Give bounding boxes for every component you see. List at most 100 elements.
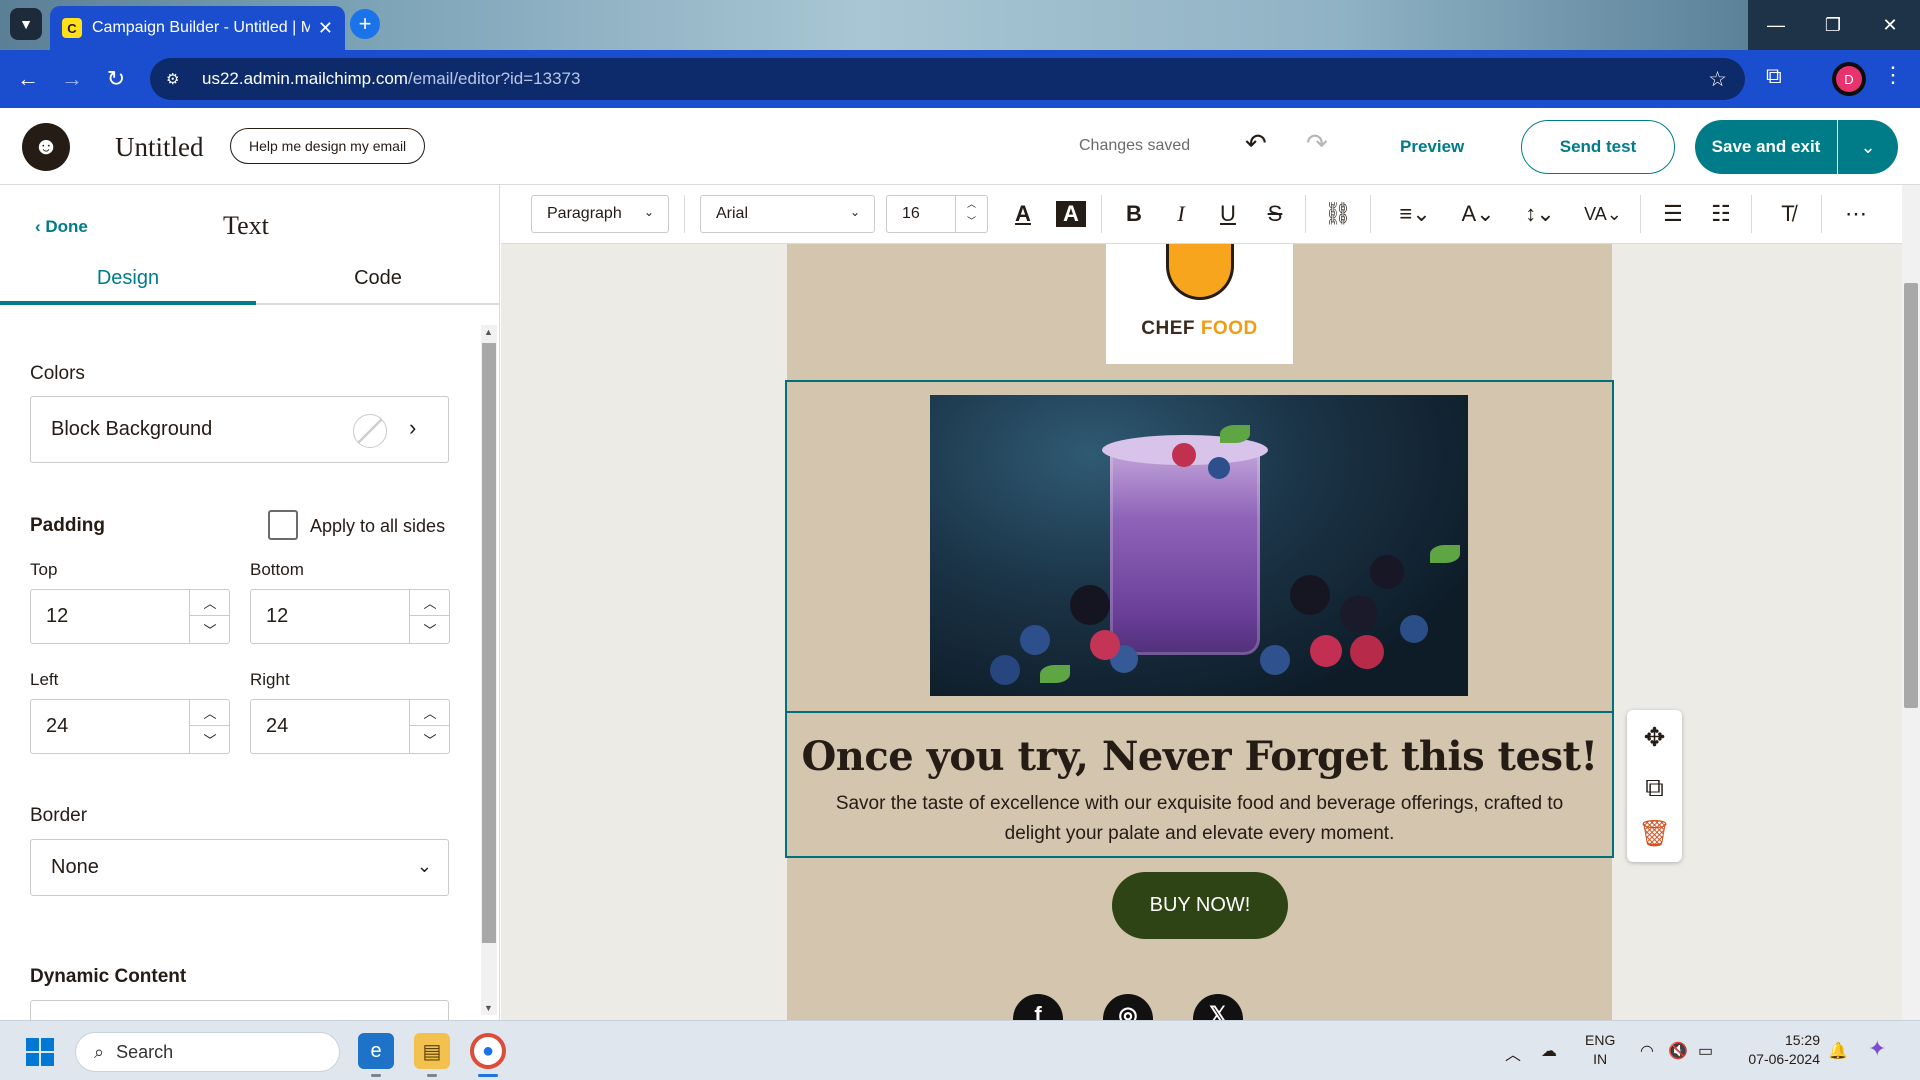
close-window-icon[interactable]: ✕ xyxy=(1862,0,1918,50)
decrement-icon[interactable]: ﹀ xyxy=(190,726,230,752)
dynamic-content-field[interactable] xyxy=(30,1000,449,1020)
preview-button[interactable]: Preview xyxy=(1400,137,1464,157)
campaign-title[interactable]: Untitled xyxy=(115,132,204,163)
block-background-picker[interactable]: Block Background › xyxy=(30,396,449,463)
border-select[interactable]: None ⌄ xyxy=(30,839,449,896)
highlight-color-icon[interactable]: A xyxy=(1056,201,1086,227)
padding-bottom-stepper[interactable]: 12 ︿ ﹀ xyxy=(250,589,450,644)
facebook-icon[interactable]: f xyxy=(1013,994,1063,1020)
profile-avatar[interactable]: D xyxy=(1832,62,1866,96)
increment-icon[interactable]: ︿ xyxy=(410,700,450,726)
language-indicator[interactable]: ENG IN xyxy=(1585,1031,1615,1069)
mailchimp-logo-icon[interactable]: ☻ xyxy=(22,123,70,171)
restore-icon[interactable]: ❐ xyxy=(1805,0,1861,50)
canvas-scrollbar[interactable] xyxy=(1902,185,1920,1020)
buy-now-button[interactable]: BUY NOW! xyxy=(1112,872,1288,939)
letter-spacing-icon[interactable]: VA⌄ xyxy=(1581,198,1625,230)
minimize-icon[interactable]: — xyxy=(1748,0,1804,50)
mint-leaf xyxy=(1220,425,1250,443)
battery-icon[interactable]: ▭ xyxy=(1698,1041,1713,1061)
onedrive-cloud-icon[interactable]: ☁ xyxy=(1541,1041,1557,1061)
chrome-browser-icon[interactable]: ● xyxy=(470,1033,506,1069)
padding-top-stepper[interactable]: 12 ︿ ﹀ xyxy=(30,589,230,644)
windows-start-icon[interactable] xyxy=(26,1038,54,1066)
browser-tab-active[interactable]: C Campaign Builder - Untitled | M ✕ xyxy=(50,6,345,50)
tab-search-menu-icon[interactable]: ▼ xyxy=(10,8,42,40)
apply-all-sides-checkbox[interactable] xyxy=(268,510,298,540)
x-icon[interactable]: 𝕏 xyxy=(1193,994,1243,1020)
back-icon[interactable]: ← xyxy=(12,63,44,95)
logo-food: FOOD xyxy=(1200,318,1258,339)
move-block-icon[interactable]: ✥ xyxy=(1627,722,1682,753)
padding-left-stepper[interactable]: 24 ︿ ﹀ xyxy=(30,699,230,754)
numbered-list-icon[interactable]: ☷ xyxy=(1706,198,1736,230)
image-block[interactable] xyxy=(785,380,1614,713)
email-headline[interactable]: Once you try, Never Forget this test! xyxy=(787,733,1612,780)
font-size-stepper[interactable]: 16 ︿ ﹀ xyxy=(886,195,988,233)
tab-design[interactable]: Design xyxy=(0,267,256,305)
bulleted-list-icon[interactable]: ☰ xyxy=(1658,198,1688,230)
save-exit-button[interactable]: Save and exit xyxy=(1695,120,1837,174)
email-body-text[interactable]: Savor the taste of excellence with our e… xyxy=(822,789,1577,849)
reload-icon[interactable]: ↻ xyxy=(100,63,132,95)
align-center-icon[interactable]: ≡⌄ xyxy=(1393,198,1437,230)
send-test-button[interactable]: Send test xyxy=(1521,120,1675,174)
duplicate-block-icon[interactable]: ⧉ xyxy=(1627,772,1682,804)
block-type-select[interactable]: Paragraph ⌄ xyxy=(531,195,669,233)
help-design-button[interactable]: Help me design my email xyxy=(230,128,426,164)
bookmark-star-icon[interactable]: ☆ xyxy=(1708,67,1727,92)
language-top: ENG xyxy=(1585,1032,1616,1048)
increment-icon[interactable]: ︿ xyxy=(190,700,230,726)
scroll-down-icon[interactable]: ▼ xyxy=(484,1003,493,1013)
close-tab-icon[interactable]: ✕ xyxy=(318,18,333,39)
taskbar-search[interactable]: ⌕ Search xyxy=(75,1032,340,1072)
padding-right-value: 24 xyxy=(266,715,289,737)
browser-menu-icon[interactable]: ⋮ xyxy=(1882,62,1904,88)
link-icon[interactable]: ⛓ xyxy=(1321,198,1355,230)
increment-icon[interactable]: ︿ xyxy=(410,590,450,616)
text-size-icon[interactable]: A⌄ xyxy=(1456,198,1500,230)
padding-right-stepper[interactable]: 24 ︿ ﹀ xyxy=(250,699,450,754)
done-button[interactable]: ‹ Done xyxy=(35,217,88,237)
wifi-icon[interactable]: ◠ xyxy=(1640,1041,1654,1061)
strikethrough-icon[interactable]: S xyxy=(1260,198,1290,230)
logo-block[interactable]: CHEF FOOD xyxy=(1106,244,1293,364)
copilot-icon[interactable]: ✦ xyxy=(1868,1036,1886,1062)
forward-icon[interactable]: → xyxy=(56,63,88,95)
clear-formatting-icon[interactable]: T̸ xyxy=(1773,198,1803,230)
scroll-up-icon[interactable]: ▲ xyxy=(484,327,493,337)
bold-icon[interactable]: B xyxy=(1119,198,1149,230)
text-color-icon[interactable]: A xyxy=(1008,198,1038,230)
font-family-select[interactable]: Arial ⌄ xyxy=(700,195,875,233)
save-options-chevron-icon[interactable]: ⌄ xyxy=(1838,120,1898,174)
edge-browser-icon[interactable]: e xyxy=(358,1033,394,1069)
extensions-icon[interactable]: ⧉ xyxy=(1766,63,1782,89)
delete-block-icon[interactable]: 🗑 xyxy=(1627,818,1682,849)
canvas-scrollbar-thumb[interactable] xyxy=(1904,283,1918,708)
increment-icon[interactable]: ︿ xyxy=(190,590,230,616)
italic-icon[interactable]: I xyxy=(1166,198,1196,230)
app-header: ☻ Untitled Help me design my email Chang… xyxy=(0,108,1920,185)
decrement-icon[interactable]: ﹀ xyxy=(410,726,450,752)
font-size-controls[interactable]: ︿ ﹀ xyxy=(955,196,987,232)
tab-code[interactable]: Code xyxy=(250,267,499,305)
panel-scrollbar-thumb[interactable] xyxy=(482,343,496,943)
block-background-label: Block Background xyxy=(51,418,213,440)
system-clock[interactable]: 15:29 07-06-2024 xyxy=(1735,1031,1820,1069)
more-options-icon[interactable]: ⋯ xyxy=(1839,198,1873,230)
show-hidden-icons-icon[interactable]: ︿ xyxy=(1505,1041,1521,1065)
decrement-icon[interactable]: ﹀ xyxy=(410,616,450,642)
new-tab-icon[interactable]: + xyxy=(350,9,380,39)
redo-icon[interactable]: ↷ xyxy=(1306,128,1328,159)
site-info-icon[interactable]: ⚙ xyxy=(166,70,188,88)
undo-icon[interactable]: ↶ xyxy=(1245,128,1267,159)
file-explorer-icon[interactable]: ▤ xyxy=(414,1033,450,1069)
decrement-icon[interactable]: ﹀ xyxy=(190,616,230,642)
notification-bell-icon[interactable]: 🔔 xyxy=(1828,1041,1848,1061)
instagram-icon[interactable]: ◎ xyxy=(1103,994,1153,1020)
url-bar[interactable]: ⚙ us22.admin.mailchimp.com/email/editor?… xyxy=(150,58,1745,100)
line-height-icon[interactable]: ↕⌄ xyxy=(1518,198,1562,230)
volume-muted-icon[interactable]: 🔇 xyxy=(1668,1041,1688,1061)
underline-icon[interactable]: U xyxy=(1213,198,1243,230)
text-block-selected[interactable]: Once you try, Never Forget this test! Sa… xyxy=(785,711,1614,858)
